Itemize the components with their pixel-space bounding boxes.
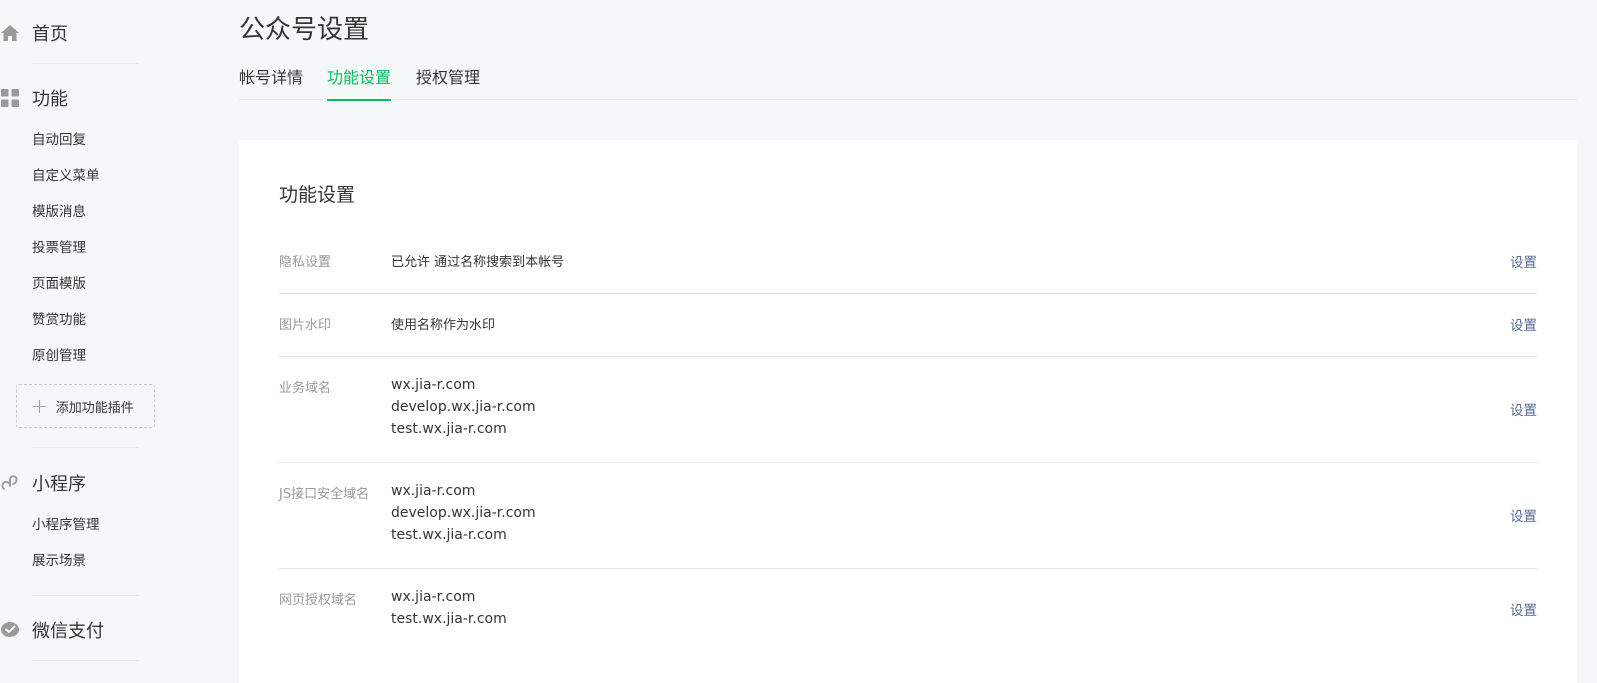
- add-plugin-button[interactable]: + 添加功能插件: [16, 384, 155, 428]
- sidebar-item-reward[interactable]: 赞赏功能: [32, 311, 86, 329]
- row-label: 网页授权域名: [279, 593, 358, 608]
- add-plugin-label: 添加功能插件: [55, 400, 134, 416]
- sidebar-wechat-pay[interactable]: 微信支付: [0, 617, 104, 643]
- sidebar-miniprogram-label: 小程序: [32, 474, 86, 495]
- sidebar-item-miniprogram-manage[interactable]: 小程序管理: [32, 516, 100, 534]
- sidebar-item-auto-reply[interactable]: 自动回复: [32, 131, 86, 149]
- wechat-pay-icon: [0, 620, 20, 640]
- domain-item: wx.jia-r.com: [391, 589, 476, 605]
- grid-icon: [0, 88, 20, 108]
- row-label: 图片水印: [279, 318, 332, 333]
- row-label: JS接口安全域名: [279, 487, 370, 502]
- domain-item: develop.wx.jia-r.com: [391, 399, 536, 415]
- sidebar-divider: [32, 63, 139, 64]
- sidebar-features[interactable]: 功能: [0, 85, 68, 111]
- row-value: 已允许 通过名称搜索到本帐号: [391, 255, 565, 270]
- domain-list: wx.jia-r.com develop.wx.jia-r.com test.w…: [391, 480, 536, 546]
- row-label: 隐私设置: [279, 255, 332, 270]
- watermark-settings-link[interactable]: 设置: [1510, 314, 1537, 334]
- sidebar-divider: [32, 447, 139, 448]
- js-domain-settings-link[interactable]: 设置: [1510, 505, 1537, 525]
- settings-row-business-domain: 业务域名 wx.jia-r.com develop.wx.jia-r.com t…: [279, 357, 1537, 463]
- domain-item: test.wx.jia-r.com: [391, 611, 507, 627]
- sidebar: 首页 功能 自动回复 自定义菜单 模版消息 投票管理 页面模版 赞赏功能 原创管…: [0, 0, 200, 683]
- card-title: 功能设置: [279, 184, 356, 206]
- sidebar-item-template-message[interactable]: 模版消息: [32, 203, 86, 221]
- domain-item: develop.wx.jia-r.com: [391, 505, 536, 521]
- tab-function-settings[interactable]: 功能设置: [327, 68, 392, 101]
- row-value: 使用名称作为水印: [391, 318, 496, 333]
- sidebar-item-display-scene[interactable]: 展示场景: [32, 552, 86, 570]
- sidebar-item-custom-menu[interactable]: 自定义菜单: [32, 167, 100, 185]
- sidebar-item-original[interactable]: 原创管理: [32, 347, 86, 365]
- oauth-domain-settings-link[interactable]: 设置: [1510, 599, 1537, 619]
- domain-list: wx.jia-r.com test.wx.jia-r.com: [391, 586, 507, 630]
- row-label: 业务域名: [279, 381, 332, 396]
- sidebar-item-page-template[interactable]: 页面模版: [32, 275, 86, 293]
- privacy-settings-link[interactable]: 设置: [1510, 251, 1537, 271]
- business-domain-settings-link[interactable]: 设置: [1510, 399, 1537, 419]
- sidebar-wechat-pay-label: 微信支付: [32, 621, 104, 642]
- sidebar-divider: [32, 660, 139, 661]
- settings-row-js-domain: JS接口安全域名 wx.jia-r.com develop.wx.jia-r.c…: [279, 463, 1537, 569]
- tab-account-details[interactable]: 帐号详情: [239, 68, 303, 100]
- domain-item: test.wx.jia-r.com: [391, 421, 507, 437]
- sidebar-home[interactable]: 首页: [0, 20, 68, 46]
- domain-item: test.wx.jia-r.com: [391, 527, 507, 543]
- sidebar-divider: [32, 595, 139, 596]
- settings-card: 功能设置 隐私设置 已允许 通过名称搜索到本帐号 设置 图片水印 使用名称作为水…: [239, 140, 1577, 683]
- settings-row-oauth-domain: 网页授权域名 wx.jia-r.com test.wx.jia-r.com 设置: [279, 569, 1537, 659]
- domain-item: wx.jia-r.com: [391, 377, 476, 393]
- sidebar-item-vote[interactable]: 投票管理: [32, 239, 86, 257]
- settings-row-privacy: 隐私设置 已允许 通过名称搜索到本帐号 设置: [279, 231, 1537, 294]
- page-title: 公众号设置: [239, 15, 370, 45]
- link-icon: [0, 473, 20, 493]
- domain-list: wx.jia-r.com develop.wx.jia-r.com test.w…: [391, 374, 536, 440]
- tab-bar: 帐号详情 功能设置 授权管理: [239, 68, 1577, 101]
- home-icon: [0, 23, 20, 43]
- tab-authorization[interactable]: 授权管理: [416, 68, 480, 100]
- settings-row-watermark: 图片水印 使用名称作为水印 设置: [279, 294, 1537, 357]
- domain-item: wx.jia-r.com: [391, 483, 476, 499]
- sidebar-miniprogram[interactable]: 小程序: [0, 470, 86, 496]
- sidebar-features-label: 功能: [32, 89, 68, 110]
- sidebar-home-label: 首页: [32, 24, 68, 45]
- plus-icon: +: [31, 394, 48, 418]
